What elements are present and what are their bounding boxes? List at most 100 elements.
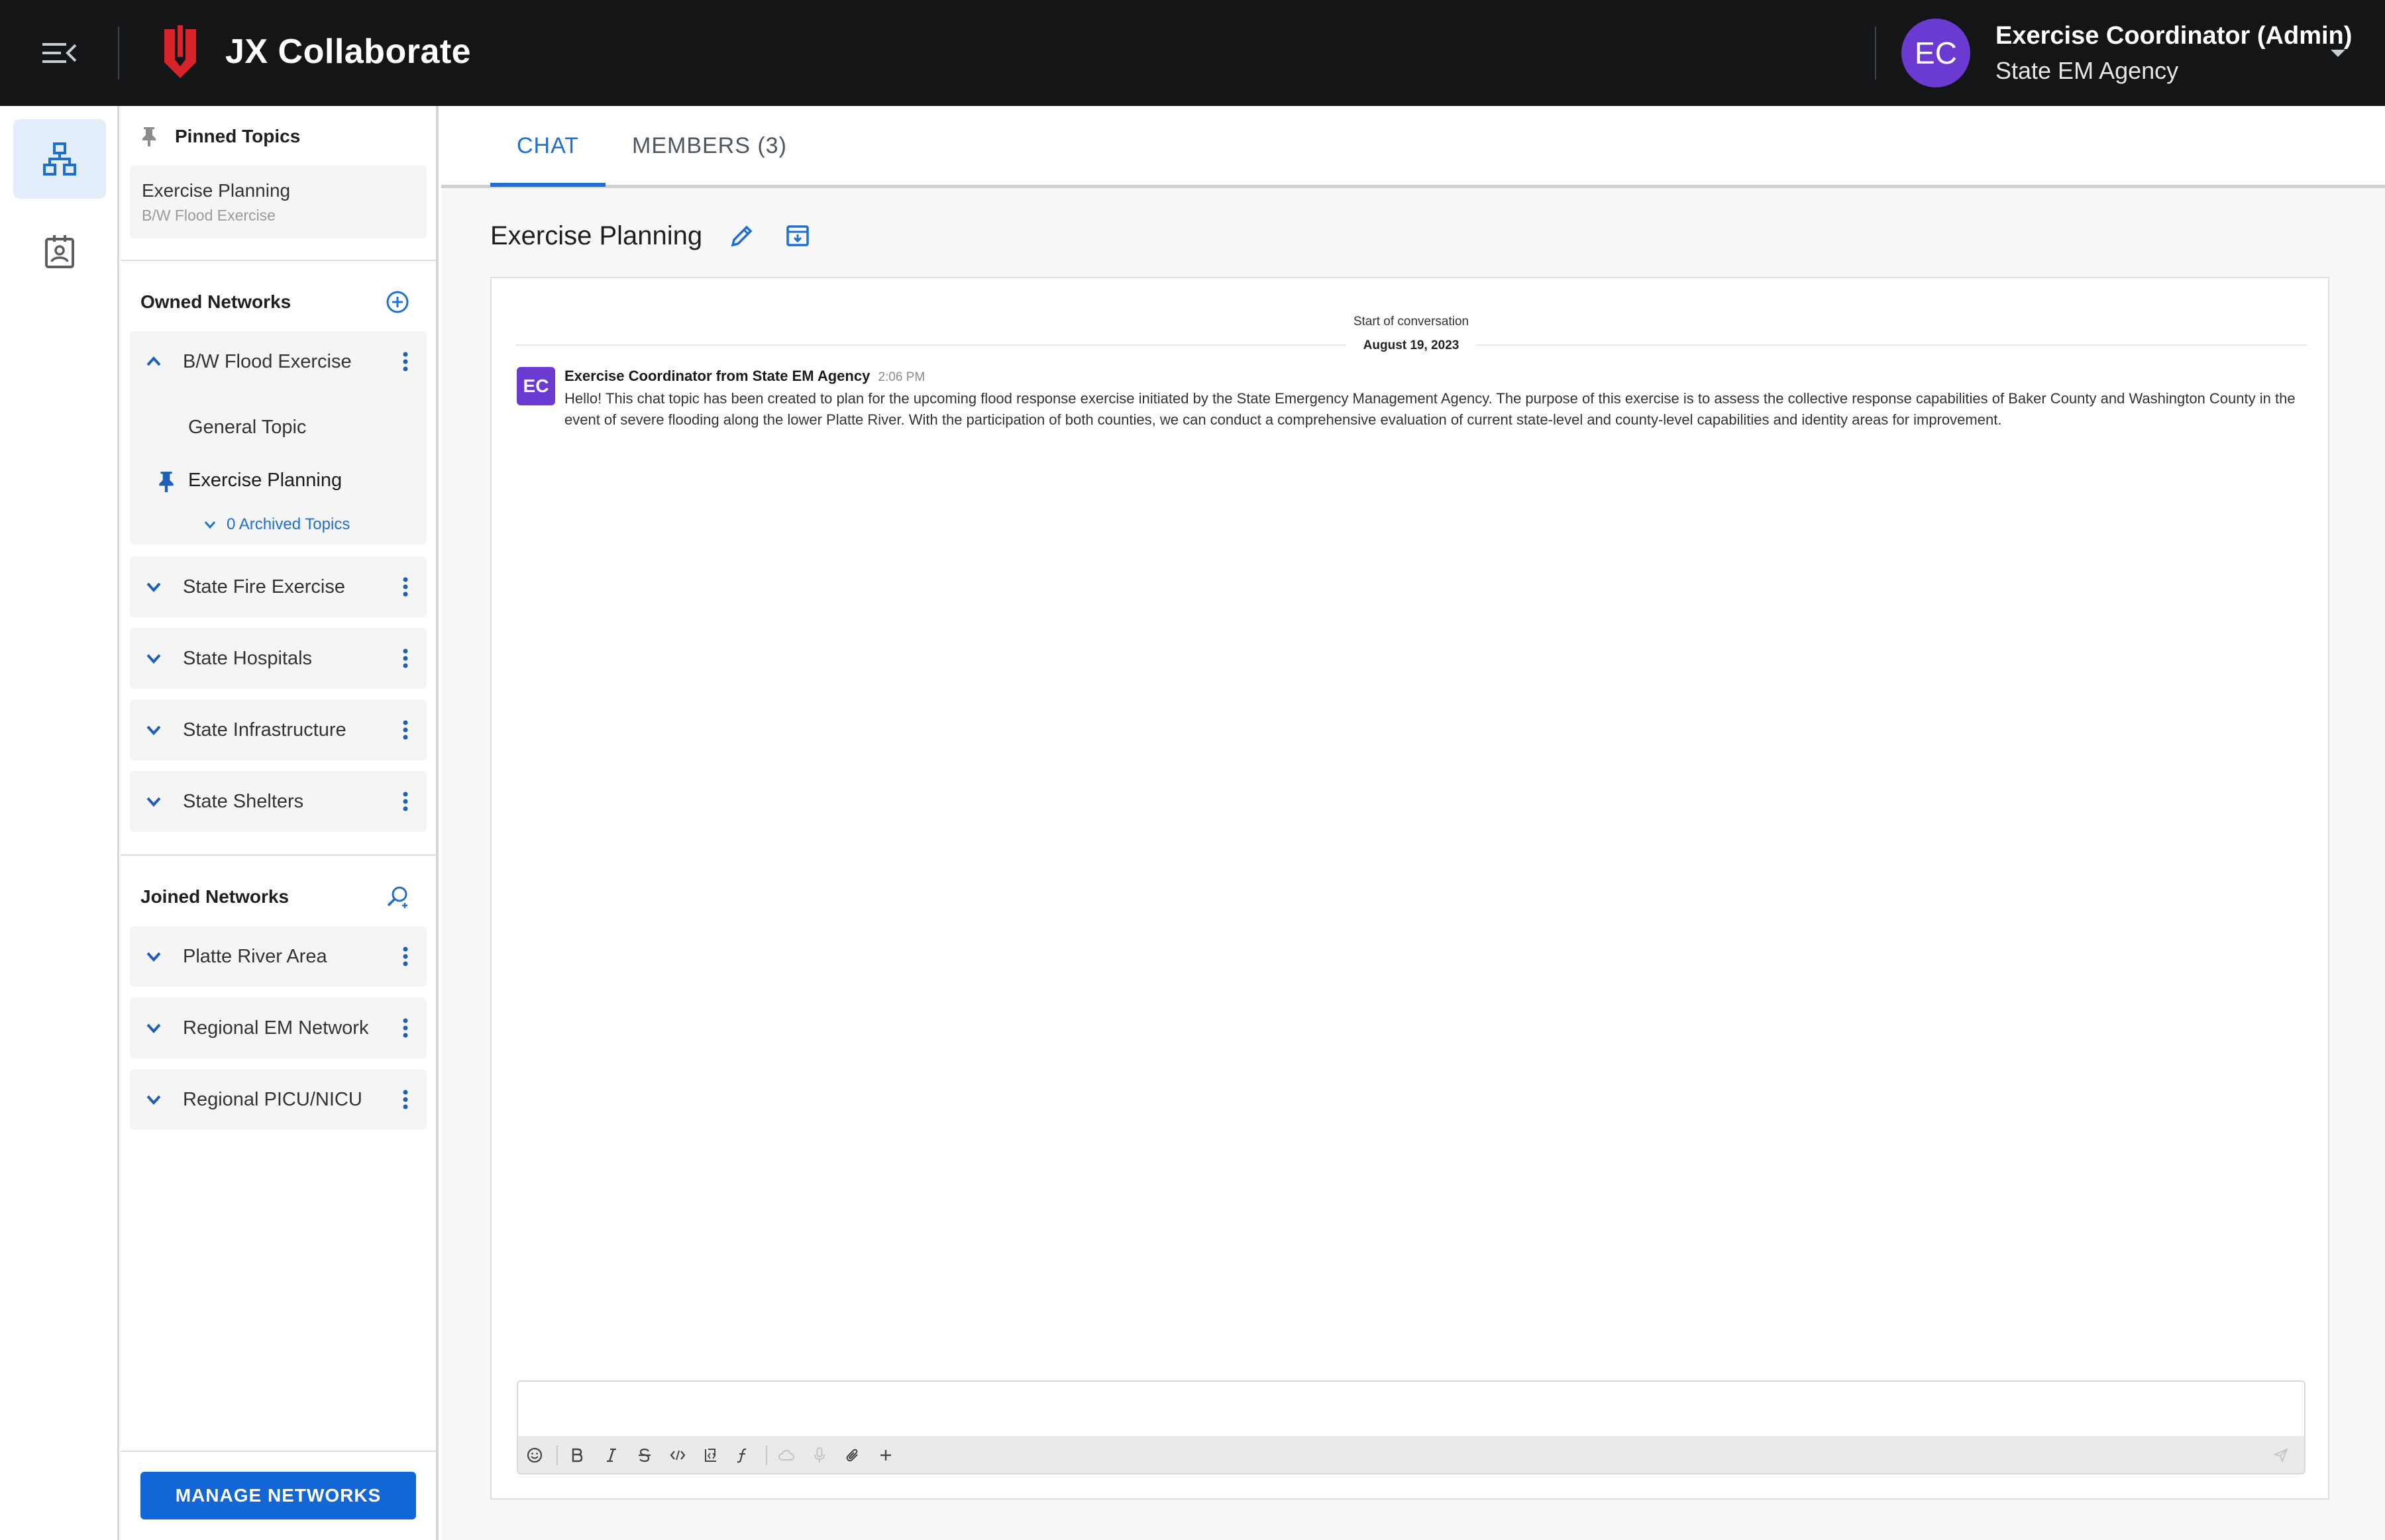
chevron-down-icon bbox=[146, 654, 161, 664]
chevron-down-icon bbox=[146, 952, 161, 962]
message-input[interactable] bbox=[518, 1382, 2304, 1436]
chevron-down-icon bbox=[146, 725, 161, 735]
app-logo bbox=[162, 25, 199, 79]
topic-item-active[interactable]: Exercise Planning bbox=[130, 457, 427, 503]
plus-icon bbox=[880, 1450, 891, 1461]
emoji-icon bbox=[527, 1447, 543, 1463]
toolbar-separator bbox=[766, 1445, 767, 1465]
more-vertical-icon bbox=[403, 352, 408, 372]
network-name: B/W Flood Exercise bbox=[183, 351, 352, 372]
sidebar-divider bbox=[121, 260, 436, 261]
tab-members[interactable]: MEMBERS (3) bbox=[632, 131, 787, 160]
network-bw-flood-exercise: B/W Flood Exercise General Topic Exercis… bbox=[130, 331, 427, 544]
formula-button[interactable] bbox=[731, 1444, 754, 1466]
more-options-button[interactable] bbox=[874, 1444, 897, 1466]
pinned-topic-item[interactable]: Exercise Planning B/W Flood Exercise bbox=[130, 166, 427, 238]
contact-badge-icon bbox=[45, 235, 74, 268]
message-composer bbox=[517, 1380, 2306, 1474]
caret-down-icon bbox=[2331, 50, 2345, 57]
chevron-down-icon bbox=[146, 797, 161, 807]
edit-topic-button[interactable] bbox=[725, 219, 759, 253]
active-tab-indicator bbox=[490, 183, 606, 187]
chevron-down-icon bbox=[146, 1023, 161, 1033]
network-options-button[interactable] bbox=[392, 786, 419, 817]
network-item[interactable]: State Infrastructure bbox=[130, 699, 427, 760]
send-button[interactable] bbox=[2270, 1444, 2292, 1466]
more-vertical-icon bbox=[403, 577, 408, 597]
archive-topic-button[interactable] bbox=[780, 219, 815, 253]
network-name: Regional EM Network bbox=[183, 1017, 369, 1039]
message-author[interactable]: Exercise Coordinator from State EM Agenc… bbox=[564, 368, 870, 384]
pinned-topics-label: Pinned Topics bbox=[175, 126, 301, 146]
networks-sidebar: Pinned Topics Exercise Planning B/W Floo… bbox=[121, 106, 439, 1540]
network-name: Platte River Area bbox=[183, 946, 327, 967]
message-avatar[interactable]: EC bbox=[517, 367, 555, 405]
italic-icon bbox=[607, 1448, 616, 1463]
formula-icon bbox=[737, 1448, 747, 1463]
tab-chat[interactable]: CHAT bbox=[517, 131, 579, 160]
network-options-button[interactable] bbox=[392, 571, 419, 603]
network-hierarchy-icon bbox=[43, 142, 76, 176]
network-options-button[interactable] bbox=[392, 346, 419, 378]
network-header[interactable]: B/W Flood Exercise bbox=[130, 331, 427, 392]
network-options-button[interactable] bbox=[392, 642, 419, 674]
owned-networks-header: Owned Networks bbox=[140, 291, 292, 312]
emoji-button[interactable] bbox=[523, 1444, 546, 1466]
code-button[interactable] bbox=[666, 1444, 689, 1466]
network-options-button[interactable] bbox=[392, 941, 419, 972]
more-vertical-icon bbox=[403, 1018, 408, 1038]
composer-toolbar bbox=[518, 1436, 2304, 1473]
shield-logo-icon bbox=[164, 25, 196, 78]
add-network-button[interactable] bbox=[382, 286, 413, 318]
sidebar-divider bbox=[121, 854, 436, 856]
collapse-menu-button[interactable] bbox=[38, 37, 80, 69]
user-menu-dropdown[interactable] bbox=[2328, 46, 2348, 60]
network-item[interactable]: Regional EM Network bbox=[130, 998, 427, 1058]
topic-title: Exercise Planning bbox=[490, 221, 703, 250]
rail-networks-button[interactable] bbox=[13, 119, 106, 199]
manage-networks-button[interactable]: MANAGE NETWORKS bbox=[140, 1472, 416, 1519]
network-item[interactable]: State Hospitals bbox=[130, 628, 427, 689]
bold-icon bbox=[572, 1448, 583, 1463]
network-item[interactable]: State Fire Exercise bbox=[130, 556, 427, 617]
code-block-icon bbox=[705, 1449, 716, 1462]
mic-icon bbox=[814, 1447, 825, 1463]
topic-item[interactable]: General Topic bbox=[130, 404, 427, 450]
topbar-divider bbox=[1875, 26, 1876, 79]
conversation-start-label: Start of conversation bbox=[1353, 315, 1469, 329]
pinned-topic-name: Exercise Planning bbox=[142, 180, 291, 201]
network-name: State Infrastructure bbox=[183, 719, 346, 741]
network-options-button[interactable] bbox=[392, 1012, 419, 1044]
network-options-button[interactable] bbox=[392, 1084, 419, 1115]
left-rail bbox=[0, 106, 119, 1540]
network-name: Regional PICU/NICU bbox=[183, 1089, 362, 1110]
network-options-button[interactable] bbox=[392, 714, 419, 746]
network-name: State Fire Exercise bbox=[183, 576, 345, 597]
chevron-down-icon bbox=[146, 582, 161, 592]
message-timestamp: 2:06 PM bbox=[878, 370, 926, 384]
code-block-button[interactable] bbox=[700, 1444, 722, 1466]
attach-button[interactable] bbox=[841, 1444, 864, 1466]
italic-button[interactable] bbox=[600, 1444, 623, 1466]
cloud-button[interactable] bbox=[775, 1444, 798, 1466]
pin-icon bbox=[159, 472, 174, 492]
chevron-up-icon bbox=[146, 356, 161, 366]
network-name: State Hospitals bbox=[183, 648, 313, 669]
network-item[interactable]: Platte River Area bbox=[130, 926, 427, 987]
network-item[interactable]: State Shelters bbox=[130, 771, 427, 832]
voice-button[interactable] bbox=[808, 1444, 831, 1466]
user-name[interactable]: Exercise Coordinator (Admin) bbox=[1995, 20, 2352, 52]
strikethrough-button[interactable] bbox=[633, 1444, 656, 1466]
user-avatar[interactable]: EC bbox=[1901, 19, 1970, 87]
toolbar-separator bbox=[556, 1445, 558, 1465]
network-name: State Shelters bbox=[183, 791, 304, 812]
message-header: Exercise Coordinator from State EM Agenc… bbox=[564, 367, 925, 387]
find-network-button[interactable] bbox=[382, 881, 413, 913]
network-item[interactable]: Regional PICU/NICU bbox=[130, 1069, 427, 1130]
bold-button[interactable] bbox=[566, 1444, 588, 1466]
rail-contacts-button[interactable] bbox=[13, 212, 106, 291]
more-vertical-icon bbox=[403, 648, 408, 668]
chat-panel: Start of conversation August 19, 2023 EC… bbox=[490, 277, 2329, 1500]
archived-topics-toggle[interactable]: 0 Archived Topics bbox=[203, 514, 350, 535]
chevron-down-icon bbox=[204, 521, 216, 529]
